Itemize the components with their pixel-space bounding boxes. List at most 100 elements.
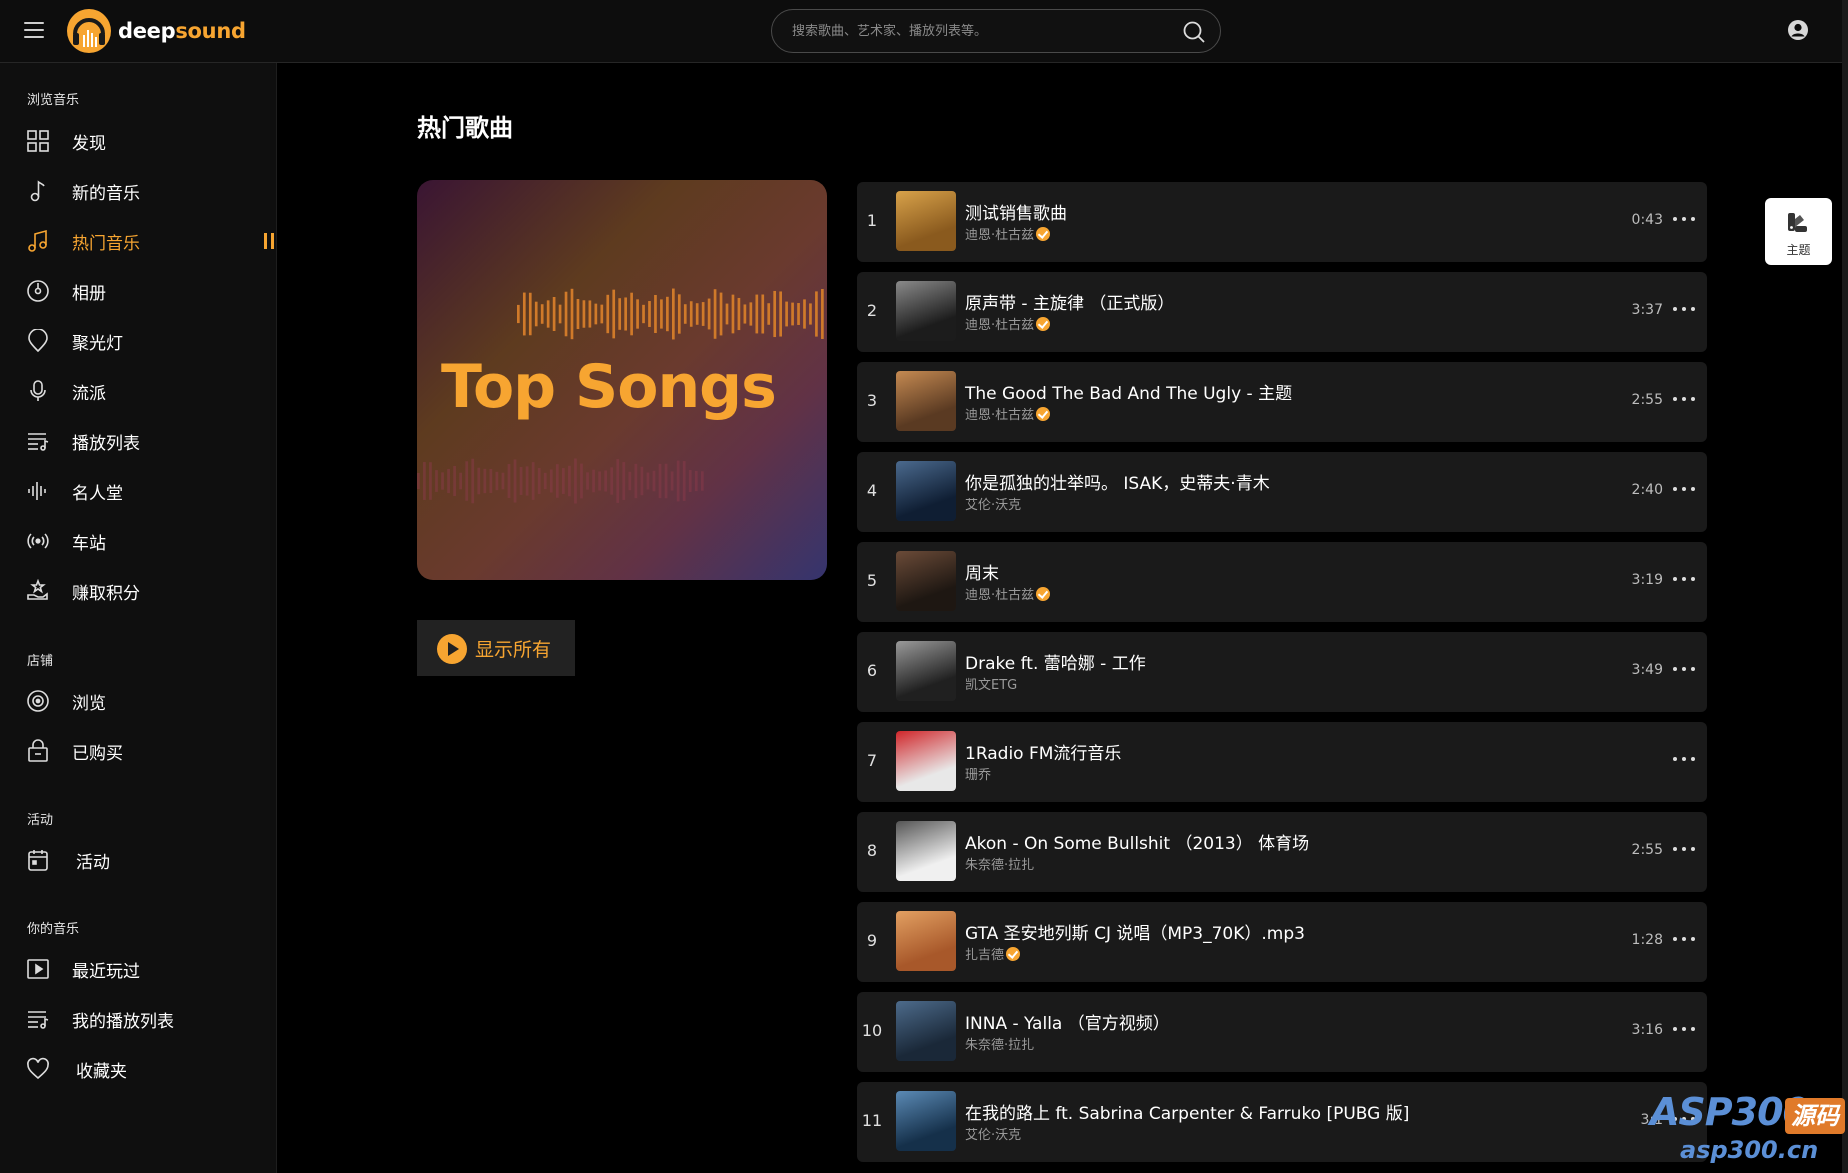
song-artist[interactable]: 迪恩·杜古兹 (965, 224, 1051, 243)
song-thumbnail[interactable] (896, 461, 956, 521)
more-options-icon[interactable] (1673, 296, 1695, 322)
soundwave-bar (695, 303, 699, 325)
soundwave-bar (755, 294, 759, 334)
more-options-icon[interactable] (1673, 566, 1695, 592)
song-number: 2 (866, 301, 878, 320)
song-artist-name: 朱奈德·拉扎 (965, 858, 1035, 873)
song-artist[interactable]: 朱奈德·拉扎 (965, 854, 1034, 873)
watermark-url: asp300.cn (1680, 1136, 1819, 1164)
song-artist[interactable]: 艾伦·沃克 (965, 1124, 1021, 1143)
soundwave-bar (640, 466, 644, 496)
song-title[interactable]: Drake ft. 蕾哈娜 - 工作 (965, 649, 1146, 674)
song-thumbnail[interactable] (896, 371, 956, 431)
more-options-icon[interactable] (1673, 1016, 1695, 1042)
song-artist[interactable]: 迪恩·杜古兹 (965, 314, 1051, 333)
song-row[interactable]: 2 原声带 - 主旋律 （正式版） 迪恩·杜古兹 3:37 (857, 272, 1707, 352)
sidebar-item-genres[interactable]: 流派 (0, 370, 277, 412)
logo[interactable]: deepsound (66, 8, 246, 54)
song-row[interactable]: 6 Drake ft. 蕾哈娜 - 工作 凯文ETG 3:49 (857, 632, 1707, 712)
user-account-icon[interactable] (1787, 19, 1809, 41)
song-thumbnail[interactable] (896, 911, 956, 971)
song-artist[interactable]: 迪恩·杜古兹 (965, 404, 1051, 423)
song-title[interactable]: 测试销售歌曲 (965, 199, 1067, 224)
song-row[interactable]: 1 测试销售歌曲 迪恩·杜古兹 0:43 (857, 182, 1707, 262)
theme-button[interactable]: 主题 (1765, 198, 1832, 265)
song-artist[interactable]: 凯文ETG (965, 674, 1017, 693)
song-row[interactable]: 3 The Good The Bad And The Ugly - 主题 迪恩·杜古… (857, 362, 1707, 442)
more-options-icon[interactable] (1673, 836, 1695, 862)
song-title[interactable]: 你是孤独的壮举吗。 ISAK，史蒂夫·青木 (965, 469, 1270, 494)
more-options-icon[interactable] (1673, 206, 1695, 232)
soundwave-bar (592, 469, 595, 493)
song-artist[interactable]: 珊乔 (965, 764, 991, 783)
soundwave-bar (558, 304, 562, 324)
sidebar-item-stations[interactable]: 车站 (0, 520, 277, 562)
song-thumbnail[interactable] (896, 281, 956, 341)
song-thumbnail[interactable] (896, 191, 956, 251)
sidebar-item-favorites[interactable]: 收藏夹 (0, 1048, 277, 1090)
song-number: 11 (861, 1111, 883, 1130)
song-title[interactable]: Akon - On Some Bullshit （2013） 体育场 (965, 829, 1309, 854)
sidebar-item-hall-of-fame[interactable]: 名人堂 (0, 470, 277, 512)
sidebar-item-discover[interactable]: 发现 (0, 120, 277, 162)
song-thumbnail[interactable] (896, 551, 956, 611)
sidebar-item-new-music[interactable]: 新的音乐 (0, 170, 277, 212)
sidebar-item-browse[interactable]: 浏览 (0, 680, 277, 722)
search-input[interactable] (792, 10, 1172, 52)
sidebar-item-playlists[interactable]: 播放列表 (0, 420, 277, 462)
song-artist[interactable]: 迪恩·杜古兹 (965, 584, 1051, 603)
sidebar-item-label: 热门音乐 (72, 233, 140, 254)
sidebar-item-albums[interactable]: 相册 (0, 270, 277, 312)
song-title[interactable]: The Good The Bad And The Ugly - 主题 (965, 379, 1292, 404)
soundwave-bar (689, 301, 693, 327)
soundwave-bar (797, 303, 800, 325)
song-thumbnail[interactable] (896, 731, 956, 791)
song-title[interactable]: 在我的路上 ft. Sabrina Carpenter & Farruko [P… (965, 1099, 1409, 1124)
more-options-icon[interactable] (1673, 746, 1695, 772)
song-artist[interactable]: 艾伦·沃克 (965, 494, 1021, 513)
brand-name-part2: sound (175, 19, 246, 43)
more-options-icon[interactable] (1673, 926, 1695, 952)
scrollbar-track[interactable] (1842, 0, 1848, 1173)
show-all-button[interactable]: 显示所有 (417, 620, 575, 676)
soundwave-bar (519, 467, 523, 495)
song-artist[interactable]: 扎吉德 (965, 944, 1021, 963)
more-options-icon[interactable] (1673, 386, 1695, 412)
song-row[interactable]: 5 周末 迪恩·杜古兹 3:19 (857, 542, 1707, 622)
song-thumbnail[interactable] (896, 1001, 956, 1061)
song-row[interactable]: 9 GTA 圣安地列斯 CJ 说唱（MP3_70K）.mp3 扎吉德 1:28 (857, 902, 1707, 982)
sidebar-item-my-playlists[interactable]: 我的播放列表 (0, 998, 277, 1040)
sidebar-item-events[interactable]: 活动 (0, 839, 277, 881)
song-title[interactable]: 周末 (965, 559, 999, 584)
song-artist-name: 迪恩·杜古兹 (965, 318, 1035, 333)
song-row[interactable]: 4 你是孤独的壮举吗。 ISAK，史蒂夫·青木 艾伦·沃克 2:40 (857, 452, 1707, 532)
sidebar-item-spotlight[interactable]: 聚光灯 (0, 320, 277, 362)
sidebar-item-earn-points[interactable]: 赚取积分 (0, 570, 277, 612)
song-title[interactable]: GTA 圣安地列斯 CJ 说唱（MP3_70K）.mp3 (965, 919, 1305, 944)
soundwave-bar (525, 466, 529, 496)
song-artist[interactable]: 朱奈德·拉扎 (965, 1034, 1034, 1053)
song-row[interactable]: 7 1Radio FM流行音乐 珊乔 (857, 722, 1707, 802)
soundwave-bar (588, 300, 592, 328)
song-title[interactable]: 原声带 - 主旋律 （正式版） (965, 289, 1174, 314)
search-icon[interactable] (1182, 20, 1206, 44)
more-options-icon[interactable] (1673, 476, 1695, 502)
song-title[interactable]: 1Radio FM流行音乐 (965, 739, 1121, 764)
song-row[interactable]: 10 INNA - Yalla （官方视频） 朱奈德·拉扎 3:16 (857, 992, 1707, 1072)
song-thumbnail[interactable] (896, 821, 956, 881)
sidebar-item-purchased[interactable]: 已购买 (0, 730, 277, 772)
song-thumbnail[interactable] (896, 641, 956, 701)
more-options-icon[interactable] (1673, 656, 1695, 682)
music-note-icon (30, 180, 45, 202)
top-songs-cover: Top Songs (417, 180, 827, 580)
sidebar-item-top-music[interactable]: 热门音乐 (0, 220, 277, 262)
soundwave-bar (731, 294, 735, 334)
hamburger-menu-icon[interactable] (24, 22, 44, 38)
song-row[interactable]: 8 Akon - On Some Bullshit （2013） 体育场 朱奈德·拉… (857, 812, 1707, 892)
soundwave-bar (465, 461, 469, 501)
song-row[interactable]: 11 在我的路上 ft. Sabrina Carpenter & Farruko … (857, 1082, 1707, 1162)
sidebar-item-recently-played[interactable]: 最近玩过 (0, 948, 277, 990)
song-number: 9 (866, 931, 878, 950)
song-title[interactable]: INNA - Yalla （官方视频） (965, 1009, 1170, 1034)
song-thumbnail[interactable] (896, 1091, 956, 1151)
